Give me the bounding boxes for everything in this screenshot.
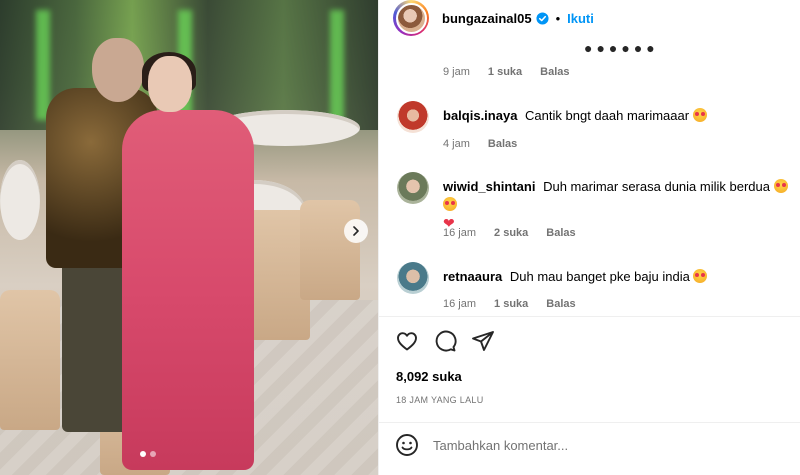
photo-chair: [0, 290, 60, 430]
like-count[interactable]: 8,092 suka: [396, 369, 462, 384]
carousel-next-button[interactable]: [344, 219, 368, 243]
carousel-dot: [150, 451, 156, 457]
heart-eyes-emoji-icon: [693, 269, 708, 283]
reply-button[interactable]: Balas: [546, 298, 575, 310]
comment-body: retnaaura Duh mau banget pke baju india: [443, 262, 793, 286]
comment-time: 4 jam: [443, 138, 470, 150]
photo-person: [148, 56, 192, 112]
emoji-smile-icon[interactable]: [395, 433, 419, 457]
comment-meta: 16 jam 2 suka Balas: [443, 227, 576, 239]
follow-button[interactable]: Ikuti: [567, 11, 594, 26]
photo-table: [0, 160, 40, 240]
laughing-emoji-icon: [443, 197, 457, 211]
photo-light: [330, 10, 344, 120]
comment-text: Duh mau banget pke baju india: [509, 269, 690, 284]
comment-bubble-icon[interactable]: [433, 329, 457, 353]
commenter-username[interactable]: wiwid_shintani: [443, 179, 535, 194]
heart-eyes-emoji-icon: [692, 108, 707, 122]
post-sidebar: bungazainal05 • Ikuti ●●●●●● 9 jam 1 suk…: [378, 0, 800, 475]
commenter-avatar[interactable]: [397, 101, 429, 133]
heart-eyes-emoji-icon: [773, 179, 788, 193]
author-username[interactable]: bungazainal05: [442, 11, 532, 26]
comment-text: Cantik bngt daah marimaaar: [525, 108, 690, 123]
post-header: bungazainal05 • Ikuti: [379, 0, 800, 36]
comments-list[interactable]: ●●●●●● 9 jam 1 suka Balas balqis.inaya C…: [379, 36, 800, 316]
commenter-avatar[interactable]: [397, 262, 429, 294]
section-divider: [379, 422, 800, 423]
reply-button[interactable]: Balas: [546, 227, 575, 239]
commenter-avatar[interactable]: [397, 172, 429, 204]
photo-light: [36, 10, 50, 120]
chevron-right-icon: [353, 226, 359, 236]
verified-badge-icon: [536, 11, 549, 25]
post-timestamp[interactable]: 18 JAM YANG LALU: [396, 395, 484, 405]
comment-likes[interactable]: 1 suka: [494, 298, 528, 310]
comment-meta: 4 jam Balas: [443, 138, 517, 150]
add-comment-bar: [395, 433, 763, 457]
section-divider: [379, 316, 800, 317]
comment-text: Duh marimar serasa dunia milik berdua: [543, 179, 770, 194]
commenter-username[interactable]: balqis.inaya: [443, 108, 517, 123]
photo-person: [122, 110, 254, 470]
carousel-dot: [140, 451, 146, 457]
comment-time: 9 jam: [443, 66, 470, 78]
instagram-post-view: bungazainal05 • Ikuti ●●●●●● 9 jam 1 suk…: [0, 0, 800, 475]
post-actions: [395, 329, 495, 353]
comment-item: retnaaura Duh mau banget pke baju india: [397, 262, 800, 294]
reply-button[interactable]: Balas: [540, 66, 569, 78]
comment-input[interactable]: [433, 437, 763, 453]
comment-time: 16 jam: [443, 227, 477, 239]
author-avatar[interactable]: [393, 0, 429, 36]
post-photo[interactable]: [0, 0, 378, 475]
comment-item: balqis.inaya Cantik bngt daah marimaaar: [397, 101, 800, 133]
carousel-indicator: [140, 451, 156, 457]
comment-likes[interactable]: 2 suka: [494, 227, 528, 239]
comment-meta: 16 jam 1 suka Balas: [443, 298, 576, 310]
header-separator: •: [555, 10, 561, 26]
comment-body: wiwid_shintani Duh marimar serasa dunia …: [443, 172, 793, 233]
comment-likes[interactable]: 1 suka: [488, 66, 522, 78]
paper-plane-icon[interactable]: [471, 329, 495, 353]
comment-body: balqis.inaya Cantik bngt daah marimaaar: [443, 101, 793, 125]
comment-meta: 9 jam 1 suka Balas: [443, 66, 570, 78]
heart-outline-icon[interactable]: [395, 329, 419, 353]
photo-person: [92, 38, 144, 102]
commenter-username[interactable]: retnaaura: [443, 269, 502, 284]
reply-button[interactable]: Balas: [488, 138, 517, 150]
photo-chair: [300, 200, 360, 300]
comment-item: wiwid_shintani Duh marimar serasa dunia …: [397, 172, 800, 233]
comment-time: 16 jam: [443, 298, 477, 310]
truncated-comment: ●●●●●●: [584, 40, 659, 56]
